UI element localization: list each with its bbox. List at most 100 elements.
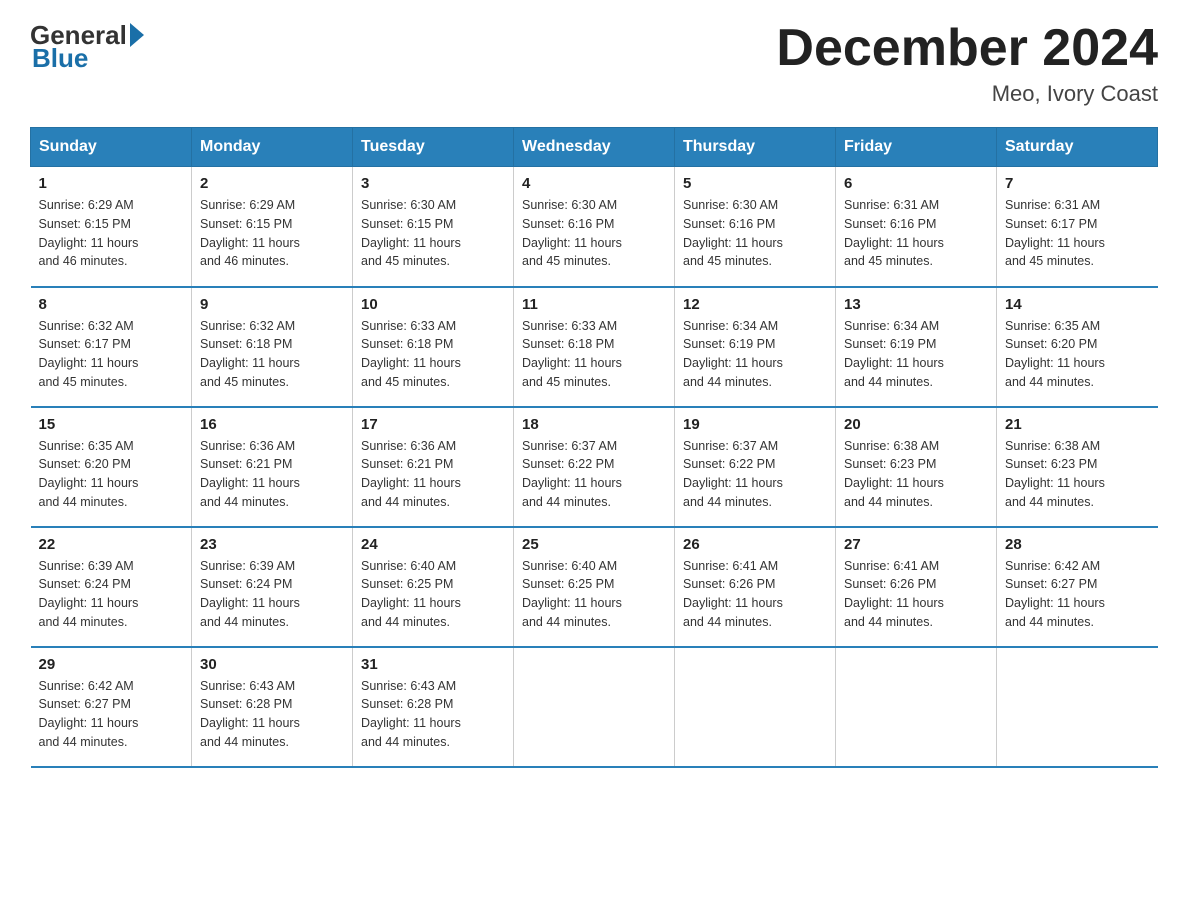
day-number: 10: [361, 296, 505, 313]
day-number: 8: [39, 296, 184, 313]
calendar-day-cell: 18Sunrise: 6:37 AM Sunset: 6:22 PM Dayli…: [514, 407, 675, 527]
calendar-day-cell: 7 Sunrise: 6:31 AM Sunset: 6:17 PM Daylig…: [997, 167, 1158, 287]
calendar-day-cell: 21 Sunrise: 6:38 AM Sunset: 6:23 PM Dayli…: [997, 407, 1158, 527]
day-info: Sunrise: 6:30 AM Sunset: 6:16 PM Dayligh…: [522, 196, 666, 271]
day-number: 14: [1005, 296, 1150, 313]
calendar-table: SundayMondayTuesdayWednesdayThursdayFrid…: [30, 127, 1158, 768]
day-info: Sunrise: 6:39 AM Sunset: 6:24 PM Dayligh…: [200, 557, 344, 632]
day-info: Sunrise: 6:42 AM Sunset: 6:27 PM Dayligh…: [1005, 557, 1150, 632]
day-info: Sunrise: 6:30 AM Sunset: 6:16 PM Dayligh…: [683, 196, 827, 271]
calendar-day-cell: 1 Sunrise: 6:29 AM Sunset: 6:15 PM Daylig…: [31, 167, 192, 287]
day-number: 23: [200, 536, 344, 553]
day-info: Sunrise: 6:36 AM Sunset: 6:21 PM Dayligh…: [200, 437, 344, 512]
calendar-day-cell: 30 Sunrise: 6:43 AM Sunset: 6:28 PM Dayli…: [192, 647, 353, 767]
day-number: 21: [1005, 416, 1150, 433]
day-number: 16: [200, 416, 344, 433]
day-number: 17: [361, 416, 505, 433]
calendar-day-cell: 26Sunrise: 6:41 AM Sunset: 6:26 PM Dayli…: [675, 527, 836, 647]
day-info: Sunrise: 6:33 AM Sunset: 6:18 PM Dayligh…: [361, 317, 505, 392]
calendar-day-cell: 27 Sunrise: 6:41 AM Sunset: 6:26 PM Dayli…: [836, 527, 997, 647]
day-info: Sunrise: 6:43 AM Sunset: 6:28 PM Dayligh…: [361, 677, 505, 752]
day-number: 3: [361, 175, 505, 192]
calendar-day-cell: 3 Sunrise: 6:30 AM Sunset: 6:15 PM Daylig…: [353, 167, 514, 287]
day-info: Sunrise: 6:43 AM Sunset: 6:28 PM Dayligh…: [200, 677, 344, 752]
day-info: Sunrise: 6:34 AM Sunset: 6:19 PM Dayligh…: [844, 317, 988, 392]
calendar-day-cell: [836, 647, 997, 767]
calendar-week-row: 15Sunrise: 6:35 AM Sunset: 6:20 PM Dayli…: [31, 407, 1158, 527]
calendar-day-cell: 6 Sunrise: 6:31 AM Sunset: 6:16 PM Daylig…: [836, 167, 997, 287]
calendar-day-cell: 11 Sunrise: 6:33 AM Sunset: 6:18 PM Dayli…: [514, 287, 675, 407]
calendar-day-cell: 15Sunrise: 6:35 AM Sunset: 6:20 PM Dayli…: [31, 407, 192, 527]
day-number: 27: [844, 536, 988, 553]
calendar-day-cell: 13 Sunrise: 6:34 AM Sunset: 6:19 PM Dayli…: [836, 287, 997, 407]
page-header: General Blue December 2024 Meo, Ivory Co…: [30, 20, 1158, 107]
day-info: Sunrise: 6:31 AM Sunset: 6:17 PM Dayligh…: [1005, 196, 1150, 271]
calendar-day-cell: 31Sunrise: 6:43 AM Sunset: 6:28 PM Dayli…: [353, 647, 514, 767]
day-number: 4: [522, 175, 666, 192]
day-info: Sunrise: 6:37 AM Sunset: 6:22 PM Dayligh…: [522, 437, 666, 512]
day-number: 20: [844, 416, 988, 433]
day-info: Sunrise: 6:40 AM Sunset: 6:25 PM Dayligh…: [361, 557, 505, 632]
day-number: 7: [1005, 175, 1150, 192]
day-number: 30: [200, 656, 344, 673]
day-number: 9: [200, 296, 344, 313]
day-info: Sunrise: 6:32 AM Sunset: 6:17 PM Dayligh…: [39, 317, 184, 392]
calendar-day-cell: 24 Sunrise: 6:40 AM Sunset: 6:25 PM Dayli…: [353, 527, 514, 647]
day-info: Sunrise: 6:29 AM Sunset: 6:15 PM Dayligh…: [39, 196, 184, 271]
day-info: Sunrise: 6:34 AM Sunset: 6:19 PM Dayligh…: [683, 317, 827, 392]
day-number: 25: [522, 536, 666, 553]
day-number: 2: [200, 175, 344, 192]
day-info: Sunrise: 6:38 AM Sunset: 6:23 PM Dayligh…: [1005, 437, 1150, 512]
logo-blue-text: Blue: [32, 43, 88, 74]
calendar-day-cell: 29 Sunrise: 6:42 AM Sunset: 6:27 PM Dayli…: [31, 647, 192, 767]
day-number: 11: [522, 296, 666, 313]
calendar-day-cell: 10 Sunrise: 6:33 AM Sunset: 6:18 PM Dayli…: [353, 287, 514, 407]
day-number: 12: [683, 296, 827, 313]
calendar-day-cell: 12 Sunrise: 6:34 AM Sunset: 6:19 PM Dayli…: [675, 287, 836, 407]
day-number: 19: [683, 416, 827, 433]
day-number: 5: [683, 175, 827, 192]
day-info: Sunrise: 6:35 AM Sunset: 6:20 PM Dayligh…: [39, 437, 184, 512]
day-of-week-header: Wednesday: [514, 128, 675, 167]
day-info: Sunrise: 6:41 AM Sunset: 6:26 PM Dayligh…: [683, 557, 827, 632]
calendar-day-cell: 4 Sunrise: 6:30 AM Sunset: 6:16 PM Daylig…: [514, 167, 675, 287]
title-area: December 2024 Meo, Ivory Coast: [776, 20, 1158, 107]
day-info: Sunrise: 6:41 AM Sunset: 6:26 PM Dayligh…: [844, 557, 988, 632]
calendar-week-row: 22Sunrise: 6:39 AM Sunset: 6:24 PM Dayli…: [31, 527, 1158, 647]
calendar-day-cell: 16 Sunrise: 6:36 AM Sunset: 6:21 PM Dayli…: [192, 407, 353, 527]
calendar-header-row: SundayMondayTuesdayWednesdayThursdayFrid…: [31, 128, 1158, 167]
location: Meo, Ivory Coast: [776, 81, 1158, 107]
day-info: Sunrise: 6:30 AM Sunset: 6:15 PM Dayligh…: [361, 196, 505, 271]
day-number: 29: [39, 656, 184, 673]
day-number: 24: [361, 536, 505, 553]
day-number: 28: [1005, 536, 1150, 553]
day-info: Sunrise: 6:38 AM Sunset: 6:23 PM Dayligh…: [844, 437, 988, 512]
calendar-day-cell: 5 Sunrise: 6:30 AM Sunset: 6:16 PM Daylig…: [675, 167, 836, 287]
day-of-week-header: Sunday: [31, 128, 192, 167]
logo: General Blue: [30, 20, 144, 74]
calendar-week-row: 8 Sunrise: 6:32 AM Sunset: 6:17 PM Daylig…: [31, 287, 1158, 407]
calendar-day-cell: 17 Sunrise: 6:36 AM Sunset: 6:21 PM Dayli…: [353, 407, 514, 527]
calendar-day-cell: 23 Sunrise: 6:39 AM Sunset: 6:24 PM Dayli…: [192, 527, 353, 647]
calendar-day-cell: 2 Sunrise: 6:29 AM Sunset: 6:15 PM Daylig…: [192, 167, 353, 287]
calendar-day-cell: [997, 647, 1158, 767]
day-info: Sunrise: 6:33 AM Sunset: 6:18 PM Dayligh…: [522, 317, 666, 392]
calendar-day-cell: 20 Sunrise: 6:38 AM Sunset: 6:23 PM Dayli…: [836, 407, 997, 527]
day-info: Sunrise: 6:42 AM Sunset: 6:27 PM Dayligh…: [39, 677, 184, 752]
day-of-week-header: Saturday: [997, 128, 1158, 167]
calendar-day-cell: [675, 647, 836, 767]
day-number: 1: [39, 175, 184, 192]
day-info: Sunrise: 6:29 AM Sunset: 6:15 PM Dayligh…: [200, 196, 344, 271]
calendar-day-cell: 25Sunrise: 6:40 AM Sunset: 6:25 PM Dayli…: [514, 527, 675, 647]
calendar-day-cell: 14 Sunrise: 6:35 AM Sunset: 6:20 PM Dayli…: [997, 287, 1158, 407]
day-info: Sunrise: 6:36 AM Sunset: 6:21 PM Dayligh…: [361, 437, 505, 512]
day-info: Sunrise: 6:32 AM Sunset: 6:18 PM Dayligh…: [200, 317, 344, 392]
day-number: 13: [844, 296, 988, 313]
day-info: Sunrise: 6:35 AM Sunset: 6:20 PM Dayligh…: [1005, 317, 1150, 392]
day-info: Sunrise: 6:31 AM Sunset: 6:16 PM Dayligh…: [844, 196, 988, 271]
day-of-week-header: Monday: [192, 128, 353, 167]
calendar-day-cell: 19Sunrise: 6:37 AM Sunset: 6:22 PM Dayli…: [675, 407, 836, 527]
calendar-day-cell: 9 Sunrise: 6:32 AM Sunset: 6:18 PM Daylig…: [192, 287, 353, 407]
day-number: 6: [844, 175, 988, 192]
calendar-day-cell: 22Sunrise: 6:39 AM Sunset: 6:24 PM Dayli…: [31, 527, 192, 647]
